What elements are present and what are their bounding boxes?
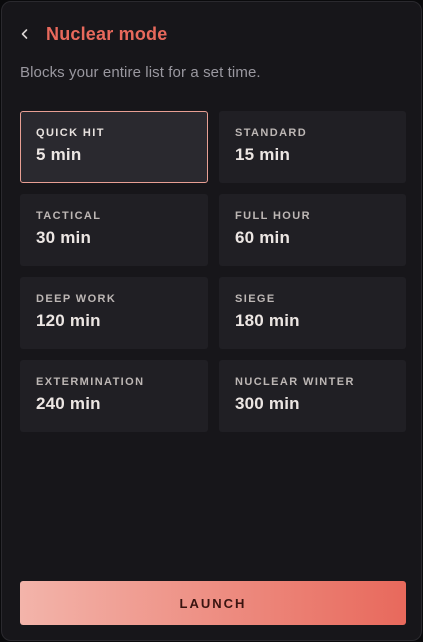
duration-option[interactable]: DEEP WORK 120 min (20, 277, 208, 349)
duration-option[interactable]: STANDARD 15 min (219, 111, 406, 183)
duration-option[interactable]: QUICK HIT 5 min (20, 111, 208, 183)
option-label: TACTICAL (36, 210, 102, 222)
option-duration: 30 min (36, 228, 92, 247)
chevron-left-icon (20, 28, 30, 40)
option-label: FULL HOUR (235, 210, 311, 222)
option-duration: 5 min (36, 145, 82, 164)
description: Blocks your entire list for a set time. (20, 64, 261, 81)
option-duration: 15 min (235, 145, 291, 164)
option-duration: 240 min (36, 394, 101, 413)
option-duration: 300 min (235, 394, 300, 413)
option-duration: 60 min (235, 228, 291, 247)
duration-option[interactable]: EXTERMINATION 240 min (20, 360, 208, 432)
option-label: QUICK HIT (36, 127, 105, 139)
page-title: Nuclear mode (46, 23, 168, 44)
header: Nuclear mode (20, 20, 167, 48)
duration-option[interactable]: FULL HOUR 60 min (219, 194, 406, 266)
option-label: STANDARD (235, 127, 308, 139)
option-duration: 120 min (36, 311, 101, 330)
option-label: SIEGE (235, 293, 276, 305)
launch-button[interactable]: LAUNCH (20, 581, 406, 625)
option-label: EXTERMINATION (36, 376, 145, 388)
duration-options: QUICK HIT 5 min STANDARD 15 min TACTICAL 30 m… (20, 111, 406, 432)
option-label: NUCLEAR WINTER (235, 376, 355, 388)
duration-option[interactable]: TACTICAL 30 min (20, 194, 208, 266)
duration-option[interactable]: NUCLEAR WINTER 300 min (219, 360, 406, 432)
back-button[interactable] (20, 20, 40, 48)
option-duration: 180 min (235, 311, 300, 330)
option-label: DEEP WORK (36, 293, 117, 305)
launch-label: LAUNCH (179, 595, 247, 611)
duration-option[interactable]: SIEGE 180 min (219, 277, 406, 349)
nuclear-mode-panel: Nuclear mode Blocks your entire list for… (1, 1, 422, 641)
